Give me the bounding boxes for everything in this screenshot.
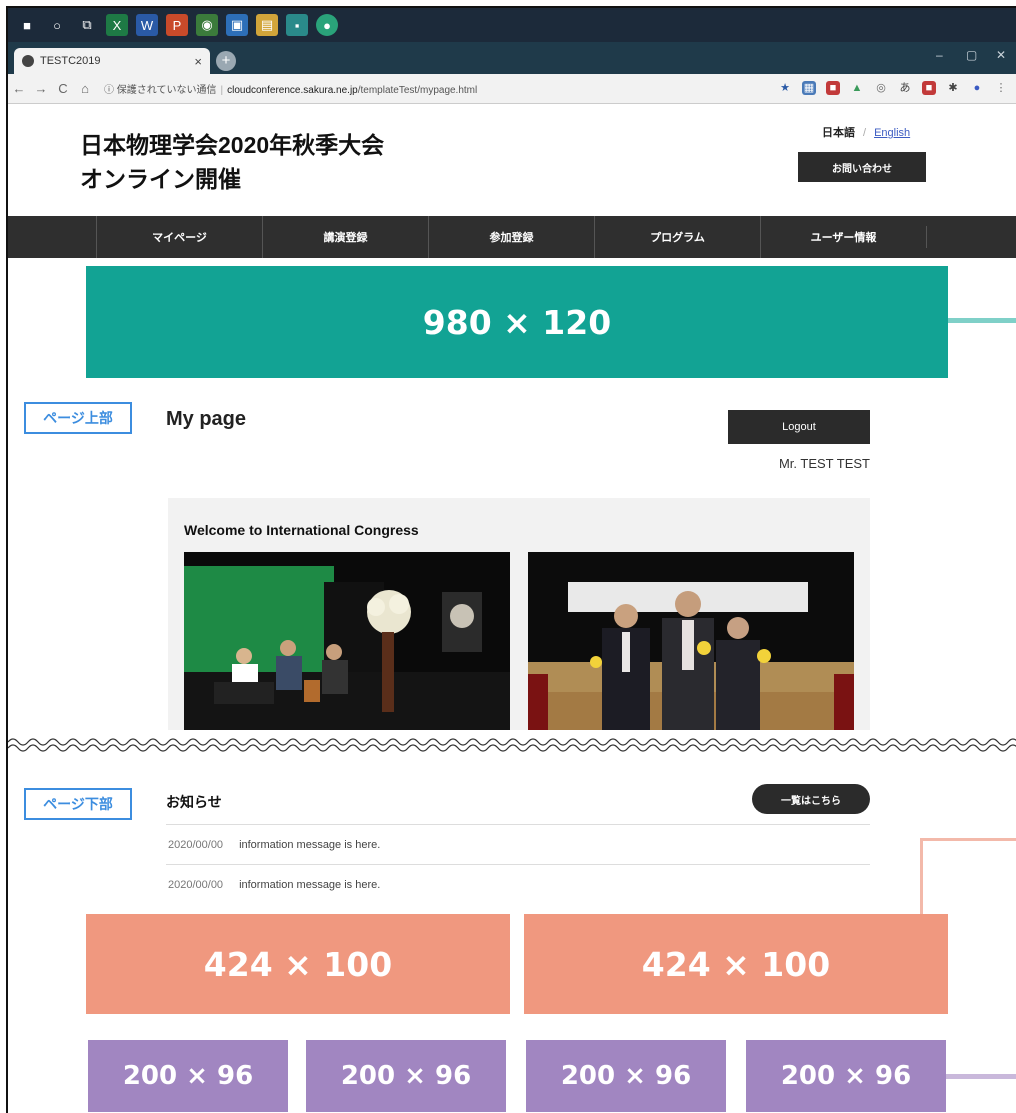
maximize-icon[interactable]: ▢: [966, 48, 977, 62]
browser-tab-bar: TESTC2019 × + – ▢ ✕: [8, 42, 1016, 74]
callout-line-pink-vertical: [920, 838, 923, 916]
security-note: 保護されていない通信: [116, 85, 217, 96]
page-title: My page: [166, 408, 247, 430]
site-header: 日本物理学会2020年秋季大会 オンライン開催 日本語 / English お問い合…: [8, 104, 1016, 216]
news-date: 2020/00/00: [168, 878, 224, 891]
url-separator: |: [220, 85, 224, 96]
lang-separator: /: [863, 127, 867, 139]
puzzle-icon[interactable]: ✱: [946, 81, 960, 95]
chrome-icon[interactable]: ◉: [196, 14, 218, 36]
user-name: Mr. TEST TEST: [778, 456, 870, 471]
news-date: 2020/00/00: [168, 838, 224, 851]
reload-icon[interactable]: C: [52, 81, 74, 96]
nav-item-participation-registration[interactable]: 参加登録: [428, 216, 594, 258]
windows-start-icon[interactable]: ■: [16, 14, 38, 36]
page-bottom-label: ページ下部: [24, 788, 132, 820]
back-icon[interactable]: ←: [8, 81, 30, 96]
url-field[interactable]: ⓘ 保護されていない通信 | cloudconference.sakura.ne.j…: [104, 81, 477, 96]
callout-line-teal: [948, 318, 1016, 323]
news-item[interactable]: 2020/00/00 information message is here.: [166, 864, 870, 904]
word-icon[interactable]: W: [136, 14, 158, 36]
task-view-icon[interactable]: ⧉: [76, 14, 98, 36]
powerpoint-icon[interactable]: P: [166, 14, 188, 36]
file-explorer-icon[interactable]: ▤: [256, 14, 278, 36]
callout-line-purple: [946, 1074, 1016, 1079]
bookmark-star-icon[interactable]: ★: [778, 81, 792, 95]
extension-e-icon[interactable]: あ: [898, 81, 912, 95]
award-ceremony-photo[interactable]: [528, 552, 854, 758]
welcome-title: Welcome to International Congress: [184, 522, 419, 538]
extension-c-icon[interactable]: ▲: [850, 81, 864, 95]
language-switcher: 日本語 / English: [822, 124, 910, 140]
banner-placeholder-small-2: 200 × 96: [306, 1040, 506, 1112]
new-tab-button[interactable]: +: [216, 51, 236, 71]
tab-title: TESTC2019: [40, 55, 101, 67]
stage-discussion-photo[interactable]: [184, 552, 510, 758]
logout-button[interactable]: Logout: [728, 410, 870, 444]
url-path: /templateTest/mypage.html: [357, 85, 478, 96]
menu-dots-icon[interactable]: ⋮: [994, 81, 1008, 95]
extension-f-icon[interactable]: ■: [922, 81, 936, 95]
excel-icon[interactable]: X: [106, 14, 128, 36]
extension-d-icon[interactable]: ◎: [874, 81, 888, 95]
lang-ja-link[interactable]: 日本語: [822, 127, 855, 139]
extension-b-icon[interactable]: ■: [826, 81, 840, 95]
contact-button[interactable]: お問い合わせ: [798, 152, 926, 182]
screenshot-frame: ■ ○ ⧉ X W P ◉ ▣ ▤ ▪ ● TESTC2019 × + – ▢ …: [6, 6, 1016, 1113]
photos-icon[interactable]: ▪: [286, 14, 308, 36]
home-icon[interactable]: ⌂: [74, 81, 96, 96]
news-text: information message is here.: [239, 838, 381, 851]
extension-toolbar: ★ ▦ ■ ▲ ◎ あ ■ ✱ ● ⋮: [778, 81, 1008, 95]
news-item[interactable]: 2020/00/00 information message is here.: [166, 824, 870, 864]
app-blue-icon[interactable]: ▣: [226, 14, 248, 36]
tab-close-icon[interactable]: ×: [194, 54, 202, 69]
banner-placeholder-top: 980 × 120: [86, 266, 948, 378]
close-window-icon[interactable]: ✕: [996, 48, 1006, 62]
maps-icon[interactable]: ●: [316, 14, 338, 36]
extension-a-icon[interactable]: ▦: [802, 81, 816, 95]
nav-item-program[interactable]: プログラム: [594, 216, 760, 258]
tab-favicon-icon: [22, 55, 34, 67]
banner-placeholder-small-1: 200 × 96: [88, 1040, 288, 1112]
forward-icon[interactable]: →: [30, 81, 52, 96]
lang-en-link[interactable]: English: [874, 127, 910, 139]
global-nav: マイページ 講演登録 参加登録 プログラム ユーザー情報: [8, 216, 1016, 258]
url-host: cloudconference.sakura.ne.jp: [227, 85, 358, 96]
banner-placeholder-small-4: 200 × 96: [746, 1040, 946, 1112]
nav-item-presentation-registration[interactable]: 講演登録: [262, 216, 428, 258]
page-break-divider: [8, 730, 1016, 760]
browser-tab[interactable]: TESTC2019 ×: [14, 48, 210, 74]
banner-placeholder-mid-left: 424 × 100: [86, 914, 510, 1014]
info-icon[interactable]: ⓘ: [104, 85, 114, 96]
site-title[interactable]: 日本物理学会2020年秋季大会 オンライン開催: [80, 128, 384, 196]
news-title: お知らせ: [166, 794, 222, 810]
nav-item-user-info[interactable]: ユーザー情報: [760, 216, 926, 258]
minimize-icon[interactable]: –: [936, 48, 943, 62]
nav-divider: [926, 226, 927, 248]
nav-item-mypage[interactable]: マイページ: [96, 216, 262, 258]
profile-icon[interactable]: ●: [970, 81, 984, 95]
welcome-panel: Welcome to International Congress: [168, 498, 870, 758]
search-circle-icon[interactable]: ○: [46, 14, 68, 36]
page-top-label: ページ上部: [24, 402, 132, 434]
address-bar: ← → C ⌂ ⓘ 保護されていない通信 | cloudconference.sak…: [8, 74, 1016, 104]
callout-line-pink: [920, 838, 1016, 841]
banner-placeholder-mid-right: 424 × 100: [524, 914, 948, 1014]
news-more-button[interactable]: 一覧はこちら: [752, 784, 870, 814]
news-text: information message is here.: [239, 878, 381, 891]
windows-taskbar: ■ ○ ⧉ X W P ◉ ▣ ▤ ▪ ●: [8, 8, 1016, 42]
banner-placeholder-small-3: 200 × 96: [526, 1040, 726, 1112]
